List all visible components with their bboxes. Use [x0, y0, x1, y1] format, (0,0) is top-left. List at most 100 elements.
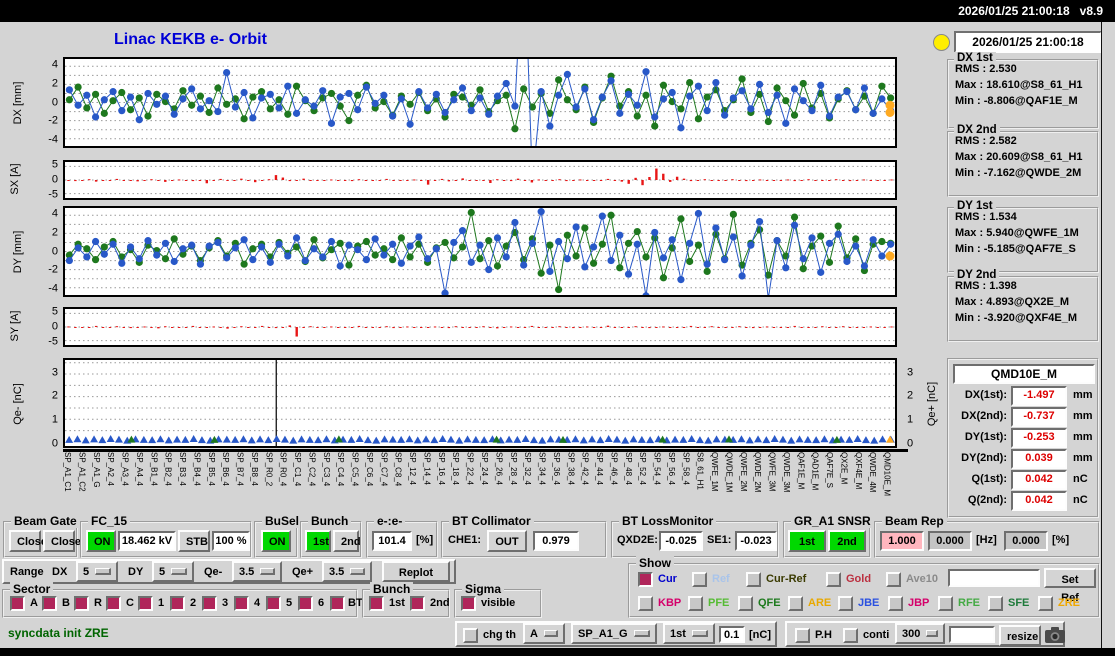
- dx2-rms: 2.582: [989, 135, 1017, 147]
- show-kbp-checkbox[interactable]: [638, 596, 653, 611]
- show-qfe-checkbox[interactable]: [738, 596, 753, 611]
- threshold-bar: chg th A SP_A1_G 1st [nC]: [455, 621, 777, 647]
- bunch-1st-button[interactable]: 1st: [305, 530, 331, 552]
- dy-plot: [63, 206, 897, 303]
- sigma-visible-checkbox[interactable]: [461, 596, 476, 611]
- stat-box-dx2: DX 2nd RMS : 2.582 Max : 20.609@S8_61_H1…: [947, 124, 1099, 197]
- show-are-checkbox[interactable]: [788, 596, 803, 611]
- stat-title: DY 2nd: [954, 269, 1000, 281]
- sector-6-checkbox[interactable]: [298, 596, 313, 611]
- show-gold-checkbox[interactable]: [826, 572, 841, 587]
- range-bar: Range DX 5 DY 5 Qe- 3.5 Qe+ 3.5 Replot: [2, 559, 456, 584]
- dx2-max: 20.609@S8_61_H1: [986, 151, 1083, 163]
- threshold-input[interactable]: [719, 626, 745, 643]
- q2nd-value: 0.042: [1011, 491, 1067, 511]
- show-sfe-checkbox[interactable]: [988, 596, 1003, 611]
- range-dy-dropdown[interactable]: 5: [152, 561, 194, 582]
- resize-button[interactable]: resize: [999, 625, 1041, 646]
- dx1-rms: 2.530: [989, 63, 1017, 75]
- qe-yticks: 3210: [51, 366, 58, 450]
- show-jbp-checkbox[interactable]: [888, 596, 903, 611]
- stat-title: DX 2nd: [954, 124, 1000, 136]
- bunch-2nd-checkbox[interactable]: [410, 596, 425, 611]
- acquisition-bar: P.H conti 300 resize: [785, 621, 1065, 647]
- sector-5-checkbox[interactable]: [266, 596, 281, 611]
- sector-b-checkbox[interactable]: [42, 596, 57, 611]
- beam-gate-group: Beam Gate Close Close: [3, 514, 81, 558]
- dropdown-dash-icon: [171, 568, 187, 575]
- dy2-min: -3.920@QXF4E_M: [983, 312, 1077, 324]
- busel-on-button[interactable]: ON: [261, 530, 291, 552]
- range-qep-dropdown[interactable]: 3.5: [322, 561, 372, 582]
- beam-rep-3-display: 0.000: [1004, 531, 1048, 551]
- sy-plot: [63, 307, 897, 347]
- sector-select-dropdown[interactable]: A: [523, 623, 565, 644]
- count-input[interactable]: [949, 626, 995, 643]
- ref-name-input[interactable]: [948, 569, 1040, 587]
- bpm-monitor-panel: QMD10E_M DX(1st): -1.497 mm DX(2nd): -0.737…: [947, 358, 1099, 518]
- dy-yticks: 4 2 0 -2 -4: [48, 206, 58, 295]
- sector-r-checkbox[interactable]: [74, 596, 89, 611]
- che1-out-button[interactable]: OUT: [487, 530, 527, 552]
- bottom-border-bar: [0, 648, 1115, 656]
- sector-3-checkbox[interactable]: [202, 596, 217, 611]
- dx1-min: -8.806@QAF1E_M: [983, 95, 1078, 107]
- bunch-1st-checkbox[interactable]: [369, 596, 384, 611]
- camera-icon: [1045, 627, 1065, 643]
- bpm-select-dropdown[interactable]: SP_A1_G: [571, 623, 657, 644]
- window-sash[interactable]: [1101, 22, 1102, 648]
- sector-bt-checkbox[interactable]: [330, 596, 345, 611]
- sector-2-checkbox[interactable]: [170, 596, 185, 611]
- top-datetime: 2026/01/25 21:00:18: [958, 4, 1070, 18]
- sector-c-checkbox[interactable]: [106, 596, 121, 611]
- beam-gate-close-2-button[interactable]: Close: [43, 530, 81, 552]
- set-ref-button[interactable]: Set Ref: [1044, 568, 1096, 604]
- interval-dropdown[interactable]: 300: [895, 623, 945, 644]
- chg-th-checkbox[interactable]: [463, 628, 478, 643]
- dy1st-value: -0.253: [1011, 428, 1067, 448]
- gr-a1-2nd-button[interactable]: 2nd: [828, 530, 866, 552]
- bunch-filter-group: Bunch 1st 2nd: [362, 582, 450, 618]
- camera-snapshot-button[interactable]: [1043, 625, 1069, 647]
- qxd2e-display: -0.025: [659, 531, 703, 551]
- conti-checkbox[interactable]: [843, 628, 858, 643]
- sy-yticks: 5 0 -5: [48, 305, 58, 348]
- bunch-2nd-button[interactable]: 2nd: [333, 530, 361, 552]
- dropdown-dash-icon: [95, 568, 111, 575]
- dropdown-dash-icon: [260, 568, 275, 575]
- show-cur-checkbox[interactable]: [638, 572, 653, 587]
- show-ave10-checkbox[interactable]: [886, 572, 901, 587]
- dx1-max: 18.610@S8_61_H1: [986, 79, 1083, 91]
- status-message: syncdata init ZRE: [8, 626, 109, 640]
- dx2-min: -7.162@QWDE_2M: [983, 167, 1082, 179]
- sector-4-checkbox[interactable]: [234, 596, 249, 611]
- show-pfe-checkbox[interactable]: [688, 596, 703, 611]
- dy2-rms: 1.398: [989, 280, 1017, 292]
- dropdown-dash-icon: [634, 630, 650, 637]
- range-dx-dropdown[interactable]: 5: [76, 561, 118, 582]
- range-qem-dropdown[interactable]: 3.5: [232, 561, 282, 582]
- show-cur-ref-checkbox[interactable]: [746, 572, 761, 587]
- dy2-max: 4.893@QX2E_M: [986, 296, 1070, 308]
- show-ref-checkbox[interactable]: [692, 572, 707, 587]
- sector-a-checkbox[interactable]: [10, 596, 25, 611]
- fc15-kv-display: 18.462 kV: [118, 531, 176, 551]
- dx-yticks: 4 2 0 -2 -4: [48, 57, 58, 146]
- show-rfe-checkbox[interactable]: [938, 596, 953, 611]
- fc15-on-button[interactable]: ON: [86, 530, 116, 552]
- gr-a1-1st-button[interactable]: 1st: [788, 530, 826, 552]
- beam-gate-close-1-button[interactable]: Close: [9, 530, 47, 552]
- qe-axis-title: Qe- [nC]: [12, 383, 24, 425]
- sector-1-checkbox[interactable]: [138, 596, 153, 611]
- dx2nd-value: -0.737: [1011, 407, 1067, 427]
- qe-plot: [63, 358, 897, 448]
- show-zre-checkbox[interactable]: [1038, 596, 1053, 611]
- beam-rep-2-display: 0.000: [928, 531, 972, 551]
- bunch-select-dropdown[interactable]: 1st: [663, 623, 715, 644]
- ee-ratio-display: 101.4: [372, 531, 412, 551]
- fc15-stb-button[interactable]: STB: [178, 530, 210, 552]
- show-jbe-checkbox[interactable]: [838, 596, 853, 611]
- fc15-pct-display: 100 %: [212, 531, 250, 551]
- ph-checkbox[interactable]: [795, 628, 810, 643]
- replot-button[interactable]: Replot: [382, 561, 450, 582]
